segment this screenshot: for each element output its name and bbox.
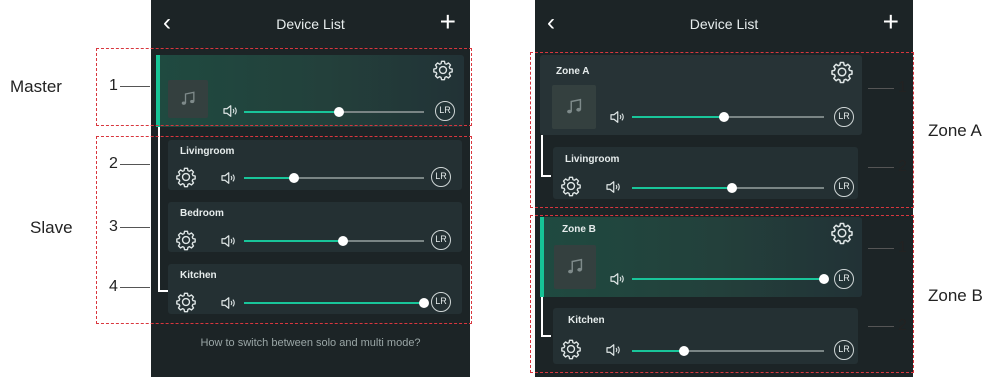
- master-highlight-box: [96, 48, 472, 126]
- page-title: Device List: [689, 16, 759, 32]
- callout-number: 2: [898, 317, 907, 334]
- callout-line: [868, 326, 894, 327]
- add-plus-icon[interactable]: +: [883, 6, 899, 38]
- callout-line: [868, 167, 894, 168]
- top-bar: ‹ Device List +: [151, 0, 470, 48]
- add-plus-icon[interactable]: +: [440, 6, 456, 38]
- slave-highlight-box: [96, 136, 472, 324]
- zone-b-highlight-box: [530, 215, 914, 373]
- callout-line: [868, 88, 894, 89]
- master-label: Master: [10, 77, 62, 96]
- callout-number: 1: [898, 79, 907, 96]
- slave-label: Slave: [30, 218, 73, 237]
- zone-a-highlight-box: [530, 52, 914, 208]
- zone-b-label: Zone B: [928, 286, 983, 305]
- zone-a-label: Zone A: [928, 121, 982, 140]
- callout-number: 2: [898, 158, 907, 175]
- top-bar: ‹ Device List +: [535, 0, 913, 48]
- help-link[interactable]: How to switch between solo and multi mod…: [151, 337, 470, 349]
- callout-number: 1: [898, 239, 907, 256]
- page-title: Device List: [276, 16, 345, 32]
- callout-line: [868, 248, 894, 249]
